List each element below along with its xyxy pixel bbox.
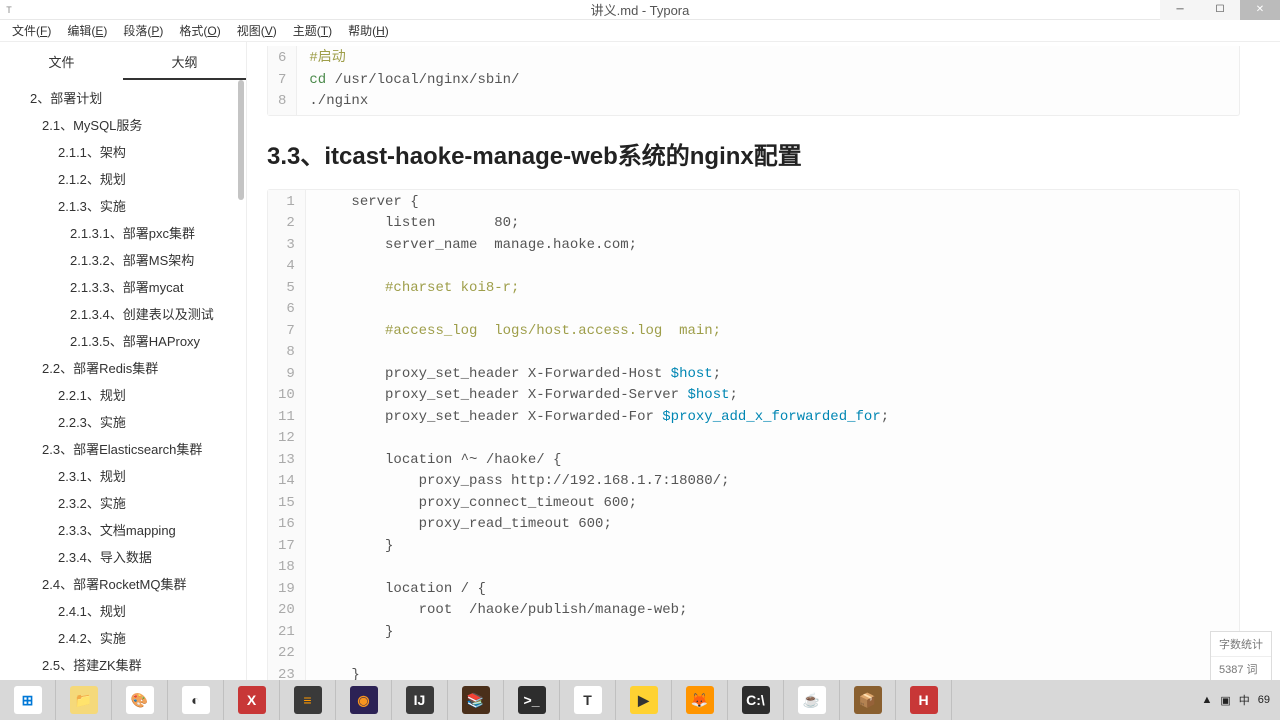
menu-t[interactable]: 主题(T) — [285, 20, 340, 41]
menu-f[interactable]: 文件(F) — [4, 20, 59, 41]
sidebar: 文件 大纲 2、部署计划2.1、MySQL服务2.1.1、架构2.1.2、规划2… — [0, 42, 247, 720]
taskbar-idea[interactable]: IJ — [392, 680, 448, 720]
section-heading[interactable]: 3.3、itcast-haoke-manage-web系统的nginx配置 — [267, 136, 1240, 171]
outline-item[interactable]: 2.1.3、实施 — [0, 192, 246, 219]
window-controls: ─ ☐ ✕ — [1160, 0, 1280, 20]
taskbar-firefox[interactable]: 🦊 — [672, 680, 728, 720]
code-block-top[interactable]: 678 #启动cd /usr/local/nginx/sbin/./nginx — [267, 46, 1240, 116]
tab-outline[interactable]: 大纲 — [123, 42, 246, 80]
stats-words: 5387 词 — [1211, 657, 1271, 681]
titlebar: T 讲义.md - Typora ─ ☐ ✕ — [0, 0, 1280, 20]
outline-item[interactable]: 2.3.2、实施 — [0, 489, 246, 516]
outline-item[interactable]: 2.1.2、规划 — [0, 165, 246, 192]
menu-e[interactable]: 编辑(E) — [59, 20, 115, 41]
outline-item[interactable]: 2.4.2、实施 — [0, 624, 246, 651]
outline-item[interactable]: 2.1、MySQL服务 — [0, 111, 246, 138]
outline-item[interactable]: 2.4、部署RocketMQ集群 — [0, 570, 246, 597]
outline-item[interactable]: 2.5、搭建ZK集群 — [0, 651, 246, 678]
outline-item[interactable]: 2.2、部署Redis集群 — [0, 354, 246, 381]
outline-item[interactable]: 2.3、部署Elasticsearch集群 — [0, 435, 246, 462]
menu-h[interactable]: 帮助(H) — [340, 20, 397, 41]
editor-area[interactable]: 678 #启动cd /usr/local/nginx/sbin/./nginx … — [247, 42, 1280, 720]
taskbar-terminal[interactable]: >_ — [504, 680, 560, 720]
code-block-main[interactable]: 1234567891011121314151617181920212223 se… — [267, 189, 1240, 690]
stats-label: 字数统计 — [1211, 632, 1271, 657]
system-tray[interactable]: ▲▣中69 — [1191, 680, 1280, 720]
outline-item[interactable]: 2.2.1、规划 — [0, 381, 246, 408]
scrollbar-thumb[interactable] — [238, 80, 244, 200]
ime-indicator[interactable]: 中 — [1235, 692, 1254, 708]
taskbar: ⊞📁🎨◐X≡◉IJ📚>_T▶🦊C:\☕📦H ▲▣中69 — [0, 680, 1280, 720]
taskbar-potplayer[interactable]: ▶ — [616, 680, 672, 720]
taskbar-explorer[interactable]: 📁 — [56, 680, 112, 720]
minimize-button[interactable]: ─ — [1160, 0, 1200, 20]
app-icon: T — [0, 5, 18, 15]
taskbar-xshell[interactable]: X — [224, 680, 280, 720]
menu-p[interactable]: 段落(P) — [115, 20, 171, 41]
taskbar-cmd[interactable]: C:\ — [728, 680, 784, 720]
taskbar-winrar[interactable]: 📚 — [448, 680, 504, 720]
menubar: 文件(F)编辑(E)段落(P)格式(O)视图(V)主题(T)帮助(H) — [0, 20, 1280, 42]
taskbar-typora[interactable]: T — [560, 680, 616, 720]
outline-item[interactable]: 2.3.3、文档mapping — [0, 516, 246, 543]
menu-o[interactable]: 格式(O) — [171, 20, 228, 41]
taskbar-hbuilder[interactable]: H — [896, 680, 952, 720]
close-button[interactable]: ✕ — [1240, 0, 1280, 20]
taskbar-sublime[interactable]: ≡ — [280, 680, 336, 720]
outline-item[interactable]: 2.1.3.2、部署MS架构 — [0, 246, 246, 273]
outline-item[interactable]: 2.1.3.5、部署HAProxy — [0, 327, 246, 354]
window-title: 讲义.md - Typora — [591, 0, 690, 19]
tab-files[interactable]: 文件 — [0, 42, 123, 80]
taskbar-start[interactable]: ⊞ — [0, 680, 56, 720]
outline-item[interactable]: 2.2.3、实施 — [0, 408, 246, 435]
outline-item[interactable]: 2.3.4、导入数据 — [0, 543, 246, 570]
outline-item[interactable]: 2.3.1、规划 — [0, 462, 246, 489]
stats-panel[interactable]: 字数统计 5387 词 — [1210, 631, 1272, 682]
outline-item[interactable]: 2、部署计划 — [0, 84, 246, 111]
taskbar-java[interactable]: ☕ — [784, 680, 840, 720]
sidebar-tabs: 文件 大纲 — [0, 42, 246, 80]
taskbar-chrome[interactable]: ◐ — [168, 680, 224, 720]
outline-item[interactable]: 2.1.3.1、部署pxc集群 — [0, 219, 246, 246]
outline-list[interactable]: 2、部署计划2.1、MySQL服务2.1.1、架构2.1.2、规划2.1.3、实… — [0, 80, 246, 720]
taskbar-eclipse[interactable]: ◉ — [336, 680, 392, 720]
menu-v[interactable]: 视图(V) — [229, 20, 285, 41]
outline-item[interactable]: 2.1.3.4、创建表以及测试 — [0, 300, 246, 327]
outline-item[interactable]: 2.1.1、架构 — [0, 138, 246, 165]
taskbar-paint[interactable]: 🎨 — [112, 680, 168, 720]
outline-item[interactable]: 2.4.1、规划 — [0, 597, 246, 624]
taskbar-zip[interactable]: 📦 — [840, 680, 896, 720]
outline-item[interactable]: 2.1.3.3、部署mycat — [0, 273, 246, 300]
maximize-button[interactable]: ☐ — [1200, 0, 1240, 20]
main-area: 文件 大纲 2、部署计划2.1、MySQL服务2.1.1、架构2.1.2、规划2… — [0, 42, 1280, 720]
